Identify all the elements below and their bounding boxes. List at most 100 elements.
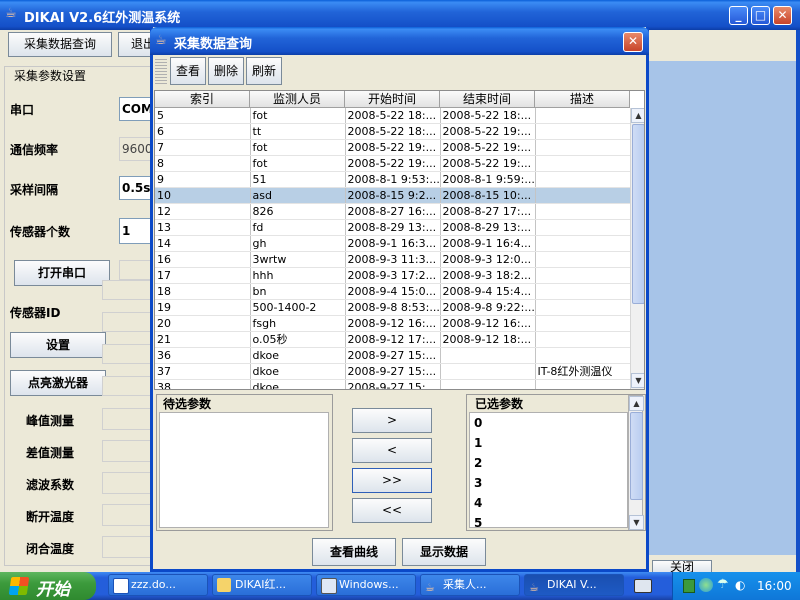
scroll-up-arrow[interactable]: ▲ xyxy=(631,108,644,123)
taskbar-item-java-query[interactable]: ☕ 采集人... xyxy=(420,574,520,596)
tray-speaker-icon[interactable]: ◐ xyxy=(735,578,745,592)
port-label: 串口 xyxy=(10,103,35,117)
tray-globe-icon[interactable] xyxy=(699,578,713,592)
table-row[interactable]: 7 fot 2008-5-22 19:... 2008-5-22 19:... xyxy=(155,139,630,156)
dialog-title-bar[interactable]: ☕ 采集数据查询 ✕ xyxy=(150,27,649,55)
table-scrollbar[interactable]: ▲ ▼ xyxy=(630,108,644,389)
taskbar-item-folder[interactable]: DIKAI红... xyxy=(212,574,312,596)
system-tray: ☂ ◐ 16:00 xyxy=(672,572,800,600)
table-cell: 2008-8-27 16:... xyxy=(345,203,441,220)
column-header-index[interactable]: 索引 xyxy=(155,91,250,108)
dialog-close-button[interactable]: ✕ xyxy=(623,32,643,52)
scroll-down-arrow[interactable]: ▼ xyxy=(631,373,644,388)
table-cell: 19 xyxy=(155,299,251,316)
table-row[interactable]: 18 bn 2008-9-4 15:0... 2008-9-4 15:4... xyxy=(155,283,630,300)
column-header-operator[interactable]: 监测人员 xyxy=(250,91,345,108)
table-cell: 2008-9-3 18:2... xyxy=(440,267,536,284)
query-data-menu-button[interactable]: 采集数据查询 xyxy=(8,32,112,57)
table-row[interactable]: 10 asd 2008-8-15 9:2... 2008-8-15 10:... xyxy=(155,187,630,204)
maximize-button[interactable]: □ xyxy=(751,6,770,25)
list-item[interactable]: 5 xyxy=(470,513,627,527)
table-row[interactable]: 9 51 2008-8-1 9:53:... 2008-8-1 9:59:... xyxy=(155,171,630,188)
taskbar-item-windows[interactable]: Windows... xyxy=(316,574,416,596)
tray-umbrella-icon[interactable]: ☂ xyxy=(717,577,729,592)
table-cell: o.05秒 xyxy=(250,331,346,348)
table-row[interactable]: 14 gh 2008-9-1 16:3... 2008-9-1 16:4... xyxy=(155,235,630,252)
close-button[interactable]: ✕ xyxy=(773,6,792,25)
list-item[interactable]: 4 xyxy=(470,493,627,513)
minimize-button[interactable]: _ xyxy=(729,6,748,25)
keyboard-icon[interactable] xyxy=(634,579,652,593)
table-cell: fot xyxy=(250,108,346,124)
table-cell xyxy=(535,379,630,389)
refresh-button[interactable]: 刷新 xyxy=(246,57,282,85)
params-scroll-down-arrow[interactable]: ▼ xyxy=(629,515,644,530)
table-row[interactable]: 19 500-1400-2 2008-9-8 8:53:... 2008-9-8 9:… xyxy=(155,299,630,316)
selected-params-list[interactable]: 012345 xyxy=(469,412,628,528)
main-content-area xyxy=(648,61,796,555)
list-item[interactable]: 3 xyxy=(470,473,627,493)
start-button[interactable]: 开始 xyxy=(0,572,96,600)
main-title-bar[interactable]: ☕ DIKAI V2.6红外测温系统 _ □ ✕ xyxy=(0,0,800,30)
table-cell: IT-8红外测温仪 xyxy=(535,363,630,380)
table-cell: 2008-9-8 8:53:... xyxy=(345,299,441,316)
table-cell: 6 xyxy=(155,123,251,140)
pending-params-list[interactable] xyxy=(159,412,329,528)
set-button[interactable]: 设置 xyxy=(10,332,106,358)
view-curve-button[interactable]: 查看曲线 xyxy=(312,538,396,566)
table-cell: 2008-8-29 13:... xyxy=(440,219,536,236)
table-cell: 2008-9-27 15:... xyxy=(345,379,441,389)
delete-button[interactable]: 删除 xyxy=(208,57,244,85)
open-port-button[interactable]: 打开串口 xyxy=(14,260,110,286)
table-row[interactable]: 6 tt 2008-5-22 18:... 2008-5-22 19:... xyxy=(155,123,630,140)
show-data-button[interactable]: 显示数据 xyxy=(402,538,486,566)
column-header-description[interactable]: 描述 xyxy=(535,91,630,108)
remove-all-button[interactable]: << xyxy=(352,498,432,523)
table-cell: 2008-5-22 19:... xyxy=(345,139,441,156)
add-one-button[interactable]: > xyxy=(352,408,432,433)
add-all-button[interactable]: >> xyxy=(352,468,432,493)
table-row[interactable]: 13 fd 2008-8-29 13:... 2008-8-29 13:... xyxy=(155,219,630,236)
toolbar-grip[interactable] xyxy=(155,57,167,85)
table-cell xyxy=(535,267,630,284)
table-row[interactable]: 16 3wrtw 2008-9-3 11:3... 2008-9-3 12:0... xyxy=(155,251,630,268)
taskbar-item-dikai[interactable]: ☕ DIKAI V... xyxy=(524,574,624,596)
column-header-end-time[interactable]: 结束时间 xyxy=(440,91,535,108)
params-scroll-up-arrow[interactable]: ▲ xyxy=(629,396,644,411)
records-table-body: 5 fot 2008-5-22 18:... 2008-5-22 18:... 6 tt 2… xyxy=(155,108,630,389)
table-row[interactable]: 21 o.05秒 2008-9-12 17:... 2008-9-12 18:... xyxy=(155,331,630,348)
params-scrollbar[interactable]: ▲ ▼ xyxy=(628,395,644,530)
window-icon xyxy=(321,578,337,594)
table-cell: 2008-5-22 19:... xyxy=(440,123,536,140)
table-cell xyxy=(440,363,536,380)
table-row[interactable]: 8 fot 2008-5-22 19:... 2008-5-22 19:... xyxy=(155,155,630,172)
table-cell: 2008-9-4 15:4... xyxy=(440,283,536,300)
scroll-thumb[interactable] xyxy=(632,124,644,304)
list-item[interactable]: 1 xyxy=(470,433,627,453)
laser-button[interactable]: 点亮激光器 xyxy=(10,370,106,396)
params-scroll-thumb[interactable] xyxy=(630,412,643,500)
taskbar-item-word[interactable]: zzz.do... xyxy=(108,574,208,596)
table-row[interactable]: 17 hhh 2008-9-3 17:2... 2008-9-3 18:2... xyxy=(155,267,630,284)
table-row[interactable]: 12 826 2008-8-27 16:... 2008-8-27 17:... xyxy=(155,203,630,220)
table-row[interactable]: 37 dkoe 2008-9-27 15:... IT-8红外测温仪 xyxy=(155,363,630,380)
list-item[interactable]: 0 xyxy=(470,413,627,433)
app-java-icon: ☕ xyxy=(5,6,17,21)
column-header-start-time[interactable]: 开始时间 xyxy=(345,91,440,108)
selected-params-title: 已选参数 xyxy=(475,397,524,411)
table-cell: 2008-5-22 19:... xyxy=(440,155,536,172)
table-row[interactable]: 36 dkoe 2008-9-27 15:... xyxy=(155,347,630,364)
view-button[interactable]: 查看 xyxy=(170,57,206,85)
table-cell: fot xyxy=(250,139,346,156)
dialog-java-icon: ☕ xyxy=(155,33,167,48)
tray-green-icon[interactable] xyxy=(683,579,695,593)
table-row[interactable]: 20 fsgh 2008-9-12 16:... 2008-9-12 16:... xyxy=(155,315,630,332)
remove-one-button[interactable]: < xyxy=(352,438,432,463)
list-item[interactable]: 2 xyxy=(470,453,627,473)
table-cell: fot xyxy=(250,155,346,172)
table-row[interactable]: 38 dkoe 2008-9-27 15:... xyxy=(155,379,630,389)
table-cell: 826 xyxy=(250,203,346,220)
table-cell: 2008-8-15 9:2... xyxy=(345,187,441,204)
table-row[interactable]: 5 fot 2008-5-22 18:... 2008-5-22 18:... xyxy=(155,108,630,124)
windows-logo-icon xyxy=(8,577,30,595)
